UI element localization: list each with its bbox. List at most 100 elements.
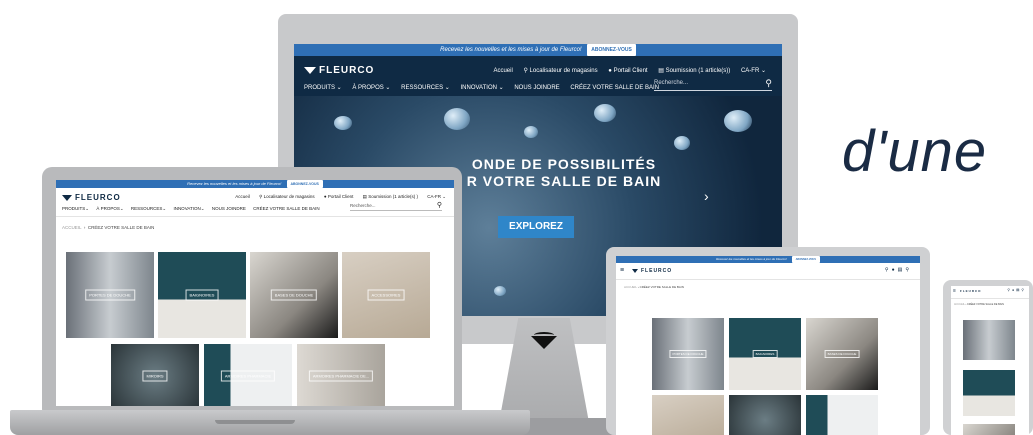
quote-label: Soumission (1 article(s) ) (368, 194, 418, 199)
store-locator-label: Localisateur de magasins (529, 68, 598, 74)
breadcrumb-home[interactable]: ACCUEIL (954, 303, 965, 306)
nav-about-label: À PROPOS (96, 206, 120, 211)
nav-products-label: PRODUITS (304, 85, 336, 91)
category-tile[interactable] (806, 395, 878, 435)
fleurco-logo-icon (304, 66, 316, 74)
client-portal-label: Portail Client (613, 68, 648, 74)
category-label: ARMOIRES PHARMACIE DE... (308, 370, 374, 382)
subscribe-button[interactable]: ABONNEZ-VOUS (286, 180, 323, 188)
nav-resources-label: RESSOURCES (401, 85, 444, 91)
user-icon: ● (608, 68, 612, 74)
nav-about[interactable]: À PROPOS ⌄ (352, 84, 390, 91)
brand-logo[interactable]: FLEURCO (62, 193, 121, 202)
nav-products[interactable]: PRODUITS⌄ (62, 206, 89, 211)
category-label: ACCESSOIRES (367, 289, 405, 301)
category-tile[interactable]: ACCESSOIRES (342, 252, 430, 338)
laptop-notch (215, 420, 295, 424)
category-label: BASES DE DOUCHE (270, 289, 318, 301)
category-label: MIROIRS (142, 370, 168, 382)
search-box[interactable]: Recherche... ⚲ (654, 78, 772, 91)
breadcrumb: ACCUEIL › CRÉEZ VOTRE SALLE DE BAIN (624, 285, 684, 289)
client-portal-link[interactable]: ● Portail Client (324, 194, 353, 199)
water-drop (494, 286, 506, 296)
quote-link[interactable]: ▤ Soumission (1 article(s)) (658, 67, 730, 74)
category-tile[interactable]: BASES DE DOUCHE (250, 252, 338, 338)
water-drop (444, 108, 470, 130)
category-label: ARMOIRES PHARMACIE (220, 370, 276, 382)
home-link[interactable]: Accueil (235, 194, 250, 199)
breadcrumb-home[interactable]: ACCUEIL (62, 225, 81, 230)
search-box[interactable]: Recherche... ⚲ (350, 201, 442, 211)
category-tile[interactable]: BAIGNOIRES (729, 318, 801, 390)
header-icons: ⚲●▤⚲ (1007, 288, 1026, 292)
monitor-logo-icon-top (534, 332, 554, 338)
brand-name: FLEURCO (960, 289, 982, 293)
breadcrumb: ACCUEIL › CRÉEZ VOTRE SALLE DE BAIN (954, 303, 1004, 306)
hero-title-line2: R VOTRE SALLE DE BAIN (466, 173, 662, 189)
nav-contact[interactable]: NOUS JOINDRE (514, 85, 559, 91)
category-tile[interactable] (729, 395, 801, 435)
category-tile[interactable]: ARMOIRES PHARMACIE (204, 344, 292, 406)
site-header: ≡ FLEURCO ⚲●▤⚲ (951, 286, 1029, 299)
language-selector[interactable]: CA-FR ⌄ (741, 68, 766, 74)
search-icon[interactable]: ⚲ (905, 267, 912, 273)
category-tile[interactable]: BAIGNOIRES (158, 252, 246, 338)
top-links: Accueil ⚲ Localisateur de magasins ● Por… (493, 67, 766, 74)
nav-innovation[interactable]: INNOVATION⌄ (173, 206, 204, 211)
language-selector[interactable]: CA-FR ⌄ (427, 194, 446, 199)
nav-about[interactable]: À PROPOS⌄ (96, 206, 123, 211)
client-portal-link[interactable]: ● Portail Client (608, 68, 647, 74)
breadcrumb-home[interactable]: ACCUEIL (624, 285, 637, 289)
language-label: CA-FR (740, 68, 760, 74)
category-label: BAIGNOIRES (752, 350, 778, 358)
hero-next-arrow[interactable]: › (704, 188, 709, 204)
nav-innovation[interactable]: INNOVATION ⌄ (461, 84, 504, 91)
category-tile[interactable] (963, 370, 1015, 416)
subscribe-button[interactable]: ABONNEZ-VOUS (587, 44, 636, 56)
search-icon[interactable]: ⚲ (765, 78, 772, 89)
water-drop (724, 110, 752, 132)
category-tile[interactable]: ARMOIRES PHARMACIE DE... (297, 344, 385, 406)
home-link[interactable]: Accueil (493, 68, 512, 74)
nav-products[interactable]: PRODUITS ⌄ (304, 84, 342, 91)
nav-build[interactable]: CRÉEZ VOTRE SALLE DE BAIN (570, 85, 659, 91)
water-drop (524, 126, 538, 138)
hamburger-menu-icon[interactable]: ≡ (620, 267, 624, 274)
category-tile[interactable]: PORTES DE DOUCHE (66, 252, 154, 338)
map-pin-icon[interactable]: ⚲ (885, 267, 892, 273)
quote-link[interactable]: ▤ Soumission (1 article(s) ) (363, 194, 418, 199)
main-nav: PRODUITS ⌄ À PROPOS ⌄ RESSOURCES ⌄ INNOV… (304, 84, 668, 91)
hero-title: ONDE DE POSSIBILITÉS R VOTRE SALLE DE BA… (444, 156, 684, 190)
laptop-screen: Recevez les nouvelles et les mises à jou… (56, 180, 454, 406)
category-tile[interactable] (652, 395, 724, 435)
nav-innovation-label: INNOVATION (173, 206, 201, 211)
nav-products-label: PRODUITS (62, 206, 86, 211)
explore-button[interactable]: EXPLOREZ (498, 216, 574, 238)
search-icon[interactable]: ⚲ (1021, 288, 1026, 292)
brand-logo[interactable]: FLEURCO (304, 65, 374, 76)
category-tile[interactable]: BASES DE DOUCHE (806, 318, 878, 390)
store-locator-link[interactable]: ⚲ Localisateur de magasins (523, 67, 597, 74)
nav-resources[interactable]: RESSOURCES⌄ (131, 206, 166, 211)
search-icon[interactable]: ⚲ (437, 201, 442, 209)
nav-contact[interactable]: NOUS JOINDRE (212, 206, 246, 211)
nav-about-label: À PROPOS (352, 85, 384, 91)
brand-logo[interactable]: FLEURCO (632, 268, 672, 274)
breadcrumb-current: CRÉEZ VOTRE SALLE DE BAIN (87, 225, 155, 230)
store-locator-link[interactable]: ⚲ Localisateur de magasins (259, 194, 315, 199)
hamburger-menu-icon[interactable]: ≡ (953, 288, 956, 294)
nav-build[interactable]: CRÉEZ VOTRE SALLE DE BAIN (253, 206, 320, 211)
subscribe-button[interactable]: ABONNEZ-VOUS (791, 256, 820, 263)
nav-resources-label: RESSOURCES (130, 206, 163, 211)
breadcrumb: ACCUEIL › CRÉEZ VOTRE SALLE DE BAIN (62, 225, 155, 230)
nav-resources[interactable]: RESSOURCES ⌄ (401, 84, 450, 91)
brand-logo[interactable]: FLEURCO (960, 289, 982, 293)
category-tile[interactable] (963, 320, 1015, 360)
category-label: BAIGNOIRES (185, 289, 219, 301)
breadcrumb-current: CRÉEZ VOTRE SALLE DE BAIN (966, 303, 1004, 306)
category-tile[interactable] (963, 424, 1015, 435)
category-label: PORTES DE DOUCHE (85, 289, 135, 301)
promo-bar: Recevez les nouvelles et les mises à jou… (616, 256, 920, 263)
category-tile[interactable]: MIROIRS (111, 344, 199, 406)
category-tile[interactable]: PORTES DE DOUCHE (652, 318, 724, 390)
